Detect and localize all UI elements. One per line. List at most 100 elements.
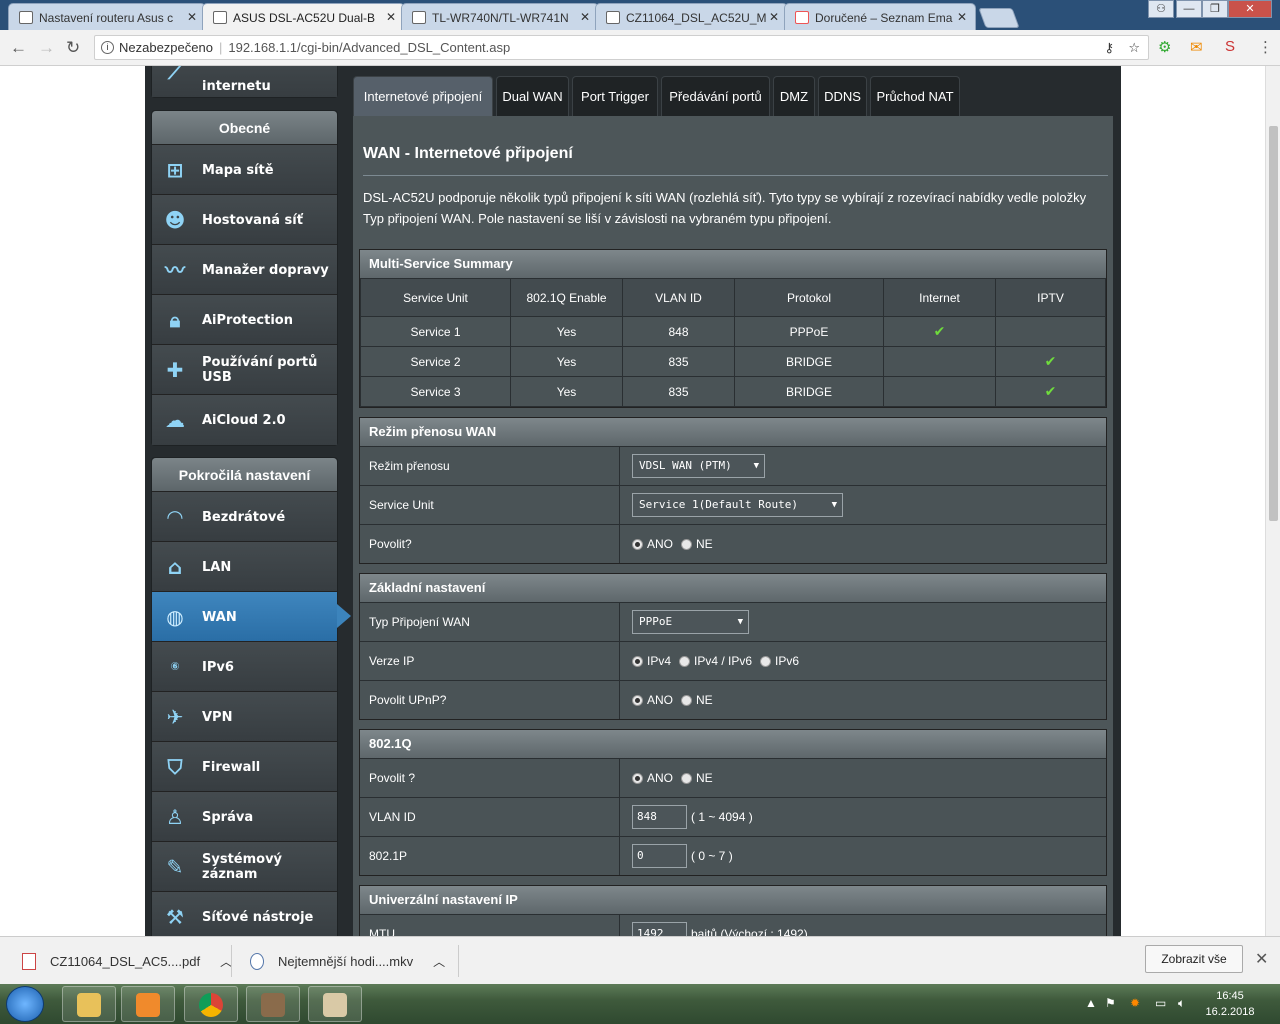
close-window-button[interactable]: ✕ bbox=[1228, 0, 1272, 18]
section-heading: Režim přenosu WAN bbox=[360, 418, 1106, 446]
sidebar-item-usb[interactable]: ✚ Používání portů USB bbox=[152, 345, 337, 395]
tab-internet-connection[interactable]: Internetové připojení bbox=[353, 76, 493, 118]
vpn-icon: ✈ bbox=[166, 705, 184, 729]
close-icon[interactable]: ✕ bbox=[386, 10, 396, 24]
transfer-mode-select[interactable]: VDSL WAN (PTM) ▼ bbox=[632, 454, 765, 478]
chevron-up-icon[interactable]: ︿ bbox=[433, 953, 445, 970]
video-file-icon bbox=[250, 952, 264, 970]
download-item[interactable]: Nejtemnější hodi....mkv ︿ bbox=[250, 937, 445, 985]
sidebar-item-vpn[interactable]: ✈ VPN bbox=[152, 692, 337, 742]
vlan-no-radio[interactable]: NE bbox=[681, 771, 713, 785]
page-scrollbar[interactable] bbox=[1265, 66, 1280, 936]
sidebar-item-traffic-manager[interactable]: 〰 Manažer dopravy bbox=[152, 245, 337, 295]
close-icon[interactable]: ✕ bbox=[957, 10, 967, 24]
taskbar-chrome[interactable] bbox=[184, 986, 238, 1022]
wan-transfer-section: Režim přenosu WAN Režim přenosu VDSL WAN… bbox=[359, 417, 1107, 564]
key-icon[interactable]: ⚷ bbox=[1104, 36, 1114, 59]
close-icon[interactable]: ✕ bbox=[187, 10, 197, 24]
tab-dual-wan[interactable]: Dual WAN bbox=[496, 76, 569, 118]
menu-icon[interactable]: ⋮ bbox=[1258, 38, 1273, 56]
ipv6-radio[interactable]: IPv6 bbox=[760, 654, 799, 668]
wan-type-select[interactable]: PPPoE ▼ bbox=[632, 610, 749, 634]
taskbar-explorer[interactable] bbox=[62, 986, 116, 1022]
sidebar-item-guest-network[interactable]: ☻ Hostovaná síť bbox=[152, 195, 337, 245]
sidebar-item-network-tools[interactable]: ⚒ Síťové nástroje bbox=[152, 892, 337, 936]
forward-icon[interactable]: → bbox=[38, 38, 55, 58]
browser-tab[interactable]: CZ11064_DSL_AC52U_M ✕ bbox=[595, 3, 788, 30]
sidebar-item-lan[interactable]: ⌂ LAN bbox=[152, 542, 337, 592]
sidebar-item-wan[interactable]: ◍ WAN bbox=[152, 592, 351, 642]
lock-icon: 🔒︎ bbox=[169, 308, 181, 332]
sidebar-item-aicloud[interactable]: ☁ AiCloud 2.0 bbox=[152, 395, 337, 445]
close-icon[interactable]: ✕ bbox=[580, 10, 590, 24]
tab-ddns[interactable]: DDNS bbox=[818, 76, 867, 118]
enable-yes-radio[interactable]: ANO bbox=[632, 537, 673, 551]
download-item[interactable]: CZ11064_DSL_AC5....pdf ︿ bbox=[22, 937, 232, 985]
section-heading: 802.1Q bbox=[360, 730, 1106, 758]
browser-tab-bar: Nastavení routeru Asus c ✕ ASUS DSL-AC52U… bbox=[0, 0, 1280, 30]
chevron-down-icon: ▼ bbox=[753, 461, 759, 471]
ipv4-ipv6-radio[interactable]: IPv4 / IPv6 bbox=[679, 654, 752, 668]
user-icon[interactable]: ⚇ bbox=[1148, 0, 1174, 18]
enable-no-radio[interactable]: NE bbox=[681, 537, 713, 551]
tray-expand-icon[interactable]: ▲ bbox=[1085, 996, 1097, 1010]
url-field[interactable]: i Nezabezpečeno | 192.168.1.1/cgi-bin/Adva… bbox=[94, 35, 1149, 60]
user-icon: ♙ bbox=[166, 805, 184, 829]
clock[interactable]: 16:45 16.2.2018 bbox=[1200, 988, 1260, 1020]
media-player-icon bbox=[136, 993, 160, 1017]
service-unit-select[interactable]: Service 1(Default Route) ▼ bbox=[632, 493, 843, 517]
s-extension-icon[interactable]: S bbox=[1225, 38, 1235, 55]
taskbar-paint[interactable] bbox=[308, 986, 362, 1022]
reload-icon[interactable]: ↻ bbox=[66, 38, 80, 58]
new-tab-button[interactable] bbox=[978, 8, 1020, 28]
globe-icon: ◍ bbox=[166, 605, 184, 629]
show-all-button[interactable]: Zobrazit vše bbox=[1145, 945, 1243, 973]
ipv4-radio[interactable]: IPv4 bbox=[632, 654, 671, 668]
sidebar-item-aiprotection[interactable]: 🔒︎ AiProtection bbox=[152, 295, 337, 345]
extension-icon[interactable]: ⚙ bbox=[1158, 38, 1171, 56]
tab-dmz[interactable]: DMZ bbox=[773, 76, 815, 118]
browser-tab[interactable]: Doručené – Seznam Ema ✕ bbox=[784, 3, 976, 30]
minimize-button[interactable]: — bbox=[1176, 0, 1202, 18]
mail-extension-icon[interactable]: ✉ bbox=[1190, 38, 1203, 56]
sidebar-item-ipv6[interactable]: ⑥ IPv6 bbox=[152, 642, 337, 692]
upnp-yes-radio[interactable]: ANO bbox=[632, 693, 673, 707]
back-icon[interactable]: ← bbox=[10, 38, 27, 58]
volume-icon[interactable]: 🔈︎ bbox=[1178, 996, 1185, 1011]
vlan-id-input[interactable]: 848 bbox=[632, 805, 687, 829]
downloads-bar: CZ11064_DSL_AC5....pdf ︿ Nejtemnější hodi… bbox=[0, 936, 1280, 984]
flag-icon[interactable]: ⚑ bbox=[1105, 996, 1116, 1010]
sidebar-item-wireless[interactable]: ◠ Bezdrátové bbox=[152, 492, 337, 542]
title-divider bbox=[363, 175, 1108, 176]
avast-icon[interactable]: ✹ bbox=[1130, 996, 1140, 1010]
sidebar-item-system-log[interactable]: ✎ Systémový záznam bbox=[152, 842, 337, 892]
sidebar-item-firewall[interactable]: ⛉ Firewall bbox=[152, 742, 337, 792]
paint-icon bbox=[323, 993, 347, 1017]
network-icon[interactable]: ▭ bbox=[1155, 996, 1166, 1010]
menu-general-heading: Obecné bbox=[152, 111, 337, 145]
taskbar-media-player[interactable] bbox=[121, 986, 175, 1022]
close-icon[interactable]: ✕ bbox=[769, 10, 779, 24]
basic-settings-section: Základní nastavení Typ Připojení WAN PPP… bbox=[359, 573, 1107, 720]
start-button[interactable] bbox=[6, 986, 44, 1022]
browser-tab[interactable]: Nastavení routeru Asus c ✕ bbox=[8, 3, 206, 30]
scrollbar-thumb[interactable] bbox=[1269, 126, 1278, 521]
tab-port-trigger[interactable]: Port Trigger bbox=[572, 76, 658, 118]
sidebar-item-network-map[interactable]: ⊞ Mapa sítě bbox=[152, 145, 337, 195]
info-icon[interactable]: i bbox=[101, 41, 114, 54]
tab-port-forwarding[interactable]: Předávání portů bbox=[661, 76, 770, 118]
star-icon[interactable]: ☆ bbox=[1128, 36, 1140, 59]
sidebar-item-administration[interactable]: ♙ Správa bbox=[152, 792, 337, 842]
menu-advanced: Pokročilá nastavení ◠ Bezdrátové ⌂ LAN ◍ WA… bbox=[151, 457, 351, 936]
menu-quick-internet[interactable]: ⟋ internetu bbox=[151, 66, 338, 98]
maximize-button[interactable]: ❐ bbox=[1202, 0, 1228, 18]
tab-nat-passthrough[interactable]: Průchod NAT bbox=[870, 76, 960, 118]
vlan-yes-radio[interactable]: ANO bbox=[632, 771, 673, 785]
browser-tab-active[interactable]: ASUS DSL-AC52U Dual-B ✕ bbox=[202, 3, 405, 30]
priority-input[interactable]: 0 bbox=[632, 844, 687, 868]
taskbar-app[interactable] bbox=[246, 986, 300, 1022]
mtu-input[interactable]: 1492 bbox=[632, 922, 687, 936]
upnp-no-radio[interactable]: NE bbox=[681, 693, 713, 707]
browser-tab[interactable]: TL-WR740N/TL-WR741N ✕ bbox=[401, 3, 599, 30]
close-icon[interactable]: ✕ bbox=[1255, 949, 1268, 969]
